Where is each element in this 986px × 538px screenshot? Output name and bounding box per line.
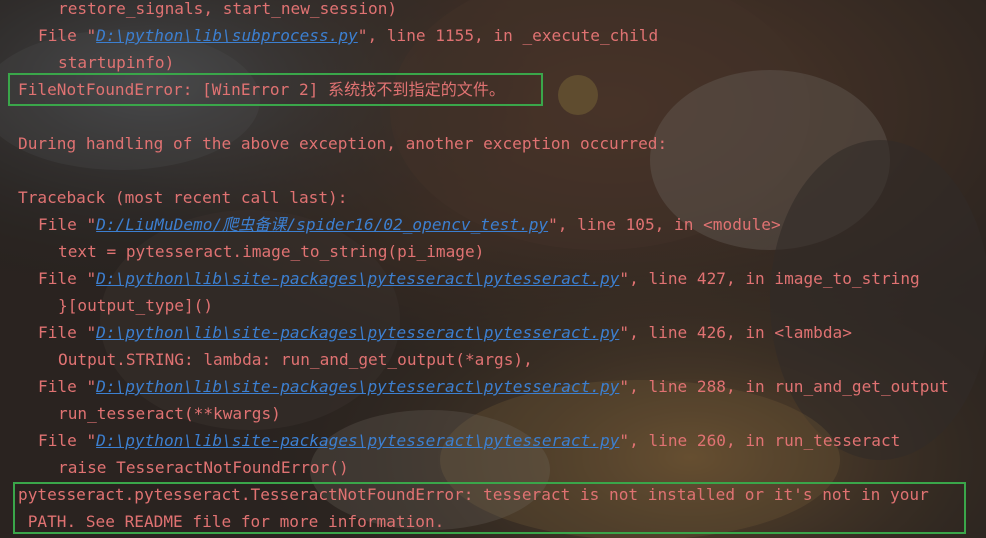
line-prefix: File " <box>38 431 97 450</box>
traceback-file-line: File "D:\python\lib\subprocess.py", line… <box>38 22 658 49</box>
line-prefix: File " <box>38 269 97 288</box>
output-line: }[output_type]() <box>58 296 214 315</box>
output-line: text = pytesseract.image_to_string(pi_im… <box>58 242 485 261</box>
output-line: restore_signals, start_new_session) <box>58 0 398 18</box>
output-line: startupinfo) <box>58 53 175 72</box>
line-suffix: ", line 260, in run_tesseract <box>619 431 901 450</box>
line-prefix: File " <box>38 26 97 45</box>
console-output-panel[interactable]: restore_signals, start_new_session) File… <box>0 0 986 538</box>
line-suffix: ", line 426, in <lambda> <box>619 323 852 342</box>
file-path-link[interactable]: D:\python\lib\site-packages\pytesseract\… <box>96 377 619 396</box>
output-line: During handling of the above exception, … <box>18 134 668 153</box>
line-suffix: ", line 105, in <module> <box>548 215 781 234</box>
error-highlight-box <box>8 73 543 106</box>
line-suffix: ", line 427, in image_to_string <box>619 269 920 288</box>
traceback-file-line: File "D:\python\lib\site-packages\pytess… <box>38 319 852 346</box>
traceback-file-line: File "D:\python\lib\site-packages\pytess… <box>38 427 900 454</box>
output-line: raise TesseractNotFoundError() <box>58 458 349 477</box>
traceback-file-line: File "D:\python\lib\site-packages\pytess… <box>38 373 949 400</box>
line-suffix: ", line 288, in run_and_get_output <box>619 377 949 396</box>
line-prefix: File " <box>38 377 97 396</box>
traceback-file-line: File "D:\python\lib\site-packages\pytess… <box>38 265 920 292</box>
traceback-file-line: File "D:/LiuMuDemo/爬虫备课/spider16/02_open… <box>38 211 781 238</box>
file-path-link[interactable]: D:/LiuMuDemo/爬虫备课/spider16/02_opencv_tes… <box>96 215 548 234</box>
line-prefix: File " <box>38 215 97 234</box>
line-suffix: ", line 1155, in _execute_child <box>357 26 659 45</box>
file-path-link[interactable]: D:\python\lib\site-packages\pytesseract\… <box>96 323 619 342</box>
output-line: run_tesseract(**kwargs) <box>58 404 281 423</box>
line-prefix: File " <box>38 323 97 342</box>
file-path-link[interactable]: D:\python\lib\site-packages\pytesseract\… <box>96 269 619 288</box>
output-line: Output.STRING: lambda: run_and_get_outpu… <box>58 350 533 369</box>
file-path-link[interactable]: D:\python\lib\site-packages\pytesseract\… <box>96 431 619 450</box>
traceback-header: Traceback (most recent call last): <box>18 188 348 207</box>
error-highlight-box <box>13 482 966 534</box>
file-path-link[interactable]: D:\python\lib\subprocess.py <box>96 26 358 45</box>
